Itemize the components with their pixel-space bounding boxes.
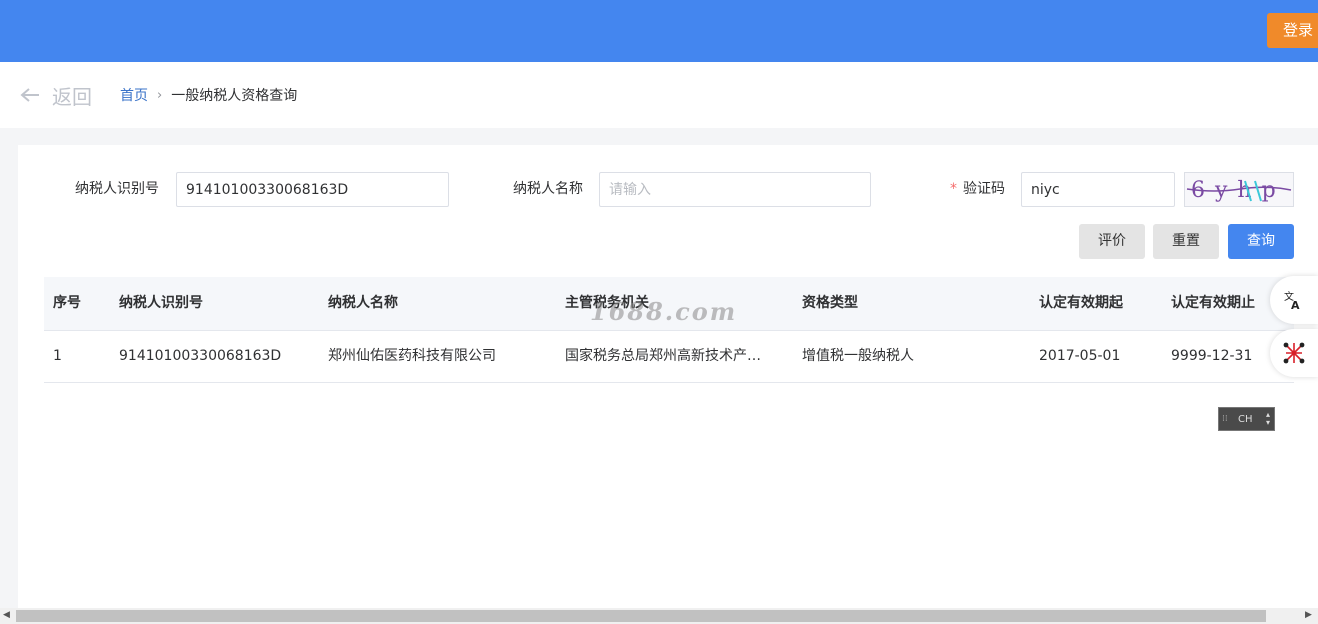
captcha-label: * 验证码 (950, 172, 1005, 207)
col-valid-to: 认定有效期止 (1171, 295, 1255, 311)
scrollbar-thumb[interactable] (16, 610, 1266, 622)
reset-button[interactable]: 重置 (1153, 224, 1219, 259)
taxpayer-name-input[interactable] (599, 172, 871, 207)
login-button[interactable]: 登录 (1267, 13, 1318, 48)
captcha-label-text: 验证码 (963, 181, 1005, 197)
horizontal-scrollbar[interactable]: ◀ ▶ (0, 608, 1318, 624)
col-taxpayer-id: 纳税人识别号 (119, 295, 203, 311)
captcha-graphic: 6yhp (1186, 178, 1292, 203)
back-label: 返回 (52, 84, 92, 109)
arrow-left-icon (20, 88, 39, 102)
taxpayer-name-label: 纳税人名称 (513, 181, 583, 197)
scroll-left-icon[interactable]: ◀ (3, 610, 10, 620)
ime-updown-icon: ▴ ▾ (1265, 410, 1270, 427)
query-panel: 纳税人识别号 纳税人名称 * 验证码 6yhp 评价 重置 查询 序号 纳税人识别… (18, 145, 1318, 610)
breadcrumb-separator: › (157, 87, 163, 103)
cell-authority: 国家税务总局郑州高新技术产… (565, 348, 761, 364)
svg-text:A: A (1291, 299, 1300, 311)
breadcrumb-bar: 返回 首页 › 一般纳税人资格查询 (0, 62, 1318, 128)
scroll-right-icon[interactable]: ▶ (1305, 610, 1312, 620)
breadcrumb: 首页 › 一般纳税人资格查询 (120, 85, 297, 105)
ime-grip-icon: ⁞⁞ (1222, 414, 1228, 424)
top-header: 登录 (0, 0, 1318, 62)
table-row[interactable]: 1 91410100330068163D 郑州仙佑医药科技有限公司 国家税务总局… (44, 331, 1294, 383)
back-button[interactable]: 返回 (20, 82, 92, 109)
cell-taxpayer-id: 91410100330068163D (119, 348, 282, 364)
cell-qualification: 增值税一般纳税人 (802, 348, 914, 364)
breadcrumb-home[interactable]: 首页 (120, 85, 148, 105)
cell-taxpayer-name: 郑州仙佑医药科技有限公司 (328, 348, 496, 364)
cell-valid-to: 9999-12-31 (1171, 348, 1253, 364)
rate-button[interactable]: 评价 (1079, 224, 1145, 259)
col-taxpayer-name: 纳税人名称 (328, 295, 398, 311)
col-valid-from: 认定有效期起 (1039, 295, 1123, 311)
taxpayer-id-label: 纳税人识别号 (75, 181, 159, 197)
required-mark: * (950, 181, 957, 197)
watermark: 1688.com (590, 297, 738, 326)
cell-valid-from: 2017-05-01 (1039, 348, 1121, 364)
cell-index: 1 (53, 348, 62, 364)
network-icon (1283, 342, 1305, 364)
translate-button[interactable]: 文 A (1270, 276, 1318, 324)
breadcrumb-current: 一般纳税人资格查询 (171, 88, 298, 104)
ime-indicator[interactable]: ⁞⁞ CH ▴ ▾ (1218, 407, 1275, 431)
taxpayer-id-input[interactable] (176, 172, 449, 207)
captcha-input[interactable] (1021, 172, 1175, 207)
col-index: 序号 (53, 295, 81, 311)
network-tool-button[interactable] (1270, 329, 1318, 377)
translate-icon: 文 A (1284, 290, 1300, 311)
ime-label: CH (1238, 413, 1253, 425)
col-qualification: 资格类型 (802, 295, 858, 311)
captcha-image[interactable]: 6yhp (1184, 172, 1294, 207)
query-button[interactable]: 查询 (1228, 224, 1294, 259)
